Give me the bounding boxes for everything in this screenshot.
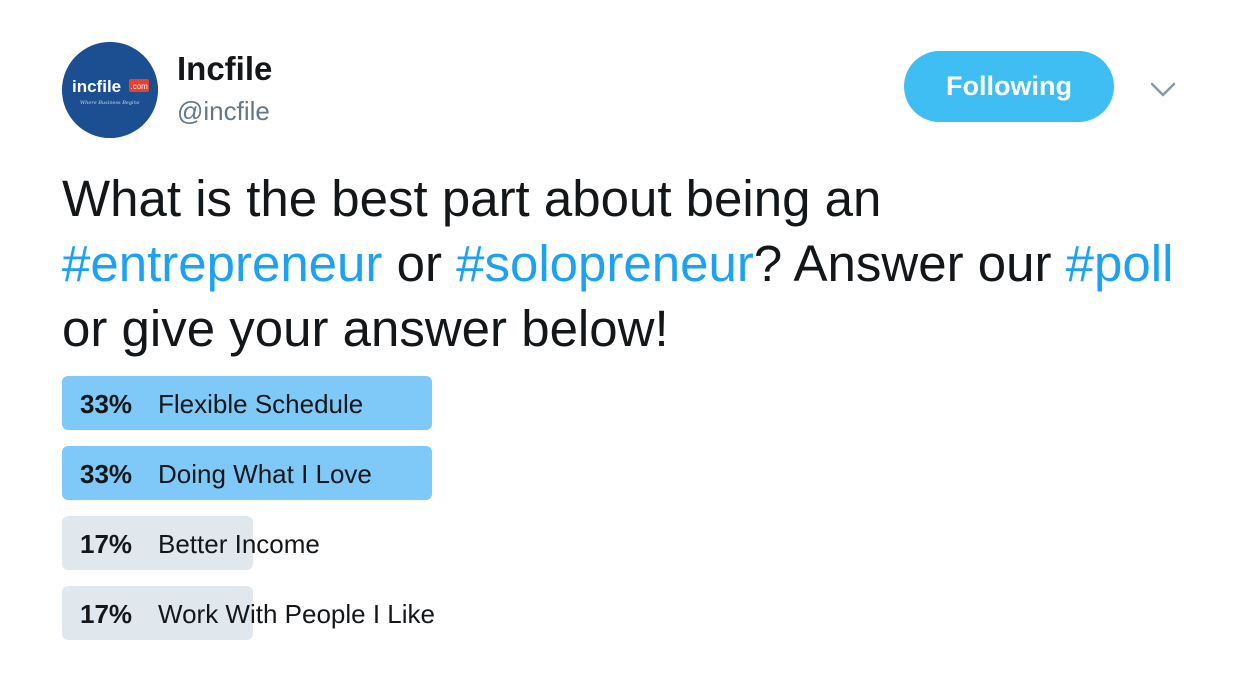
poll-option-label: Flexible Schedule [158,389,364,419]
hashtag-link-poll[interactable]: #poll [1066,235,1174,292]
poll-option-label: Work With People I Like [158,599,435,629]
tweet-text: What is the best part about being an #en… [62,166,1192,361]
tweet-text-segment: or [382,235,457,292]
following-button[interactable]: Following [904,51,1114,122]
logo-tagline: Where Business Begins [80,100,140,106]
poll-percent: 33% [80,389,133,419]
hashtag-link-entrepreneur[interactable]: #entrepreneur [62,235,382,292]
user-handle[interactable]: @incfile [177,96,270,127]
poll-percent: 17% [80,599,133,629]
display-name[interactable]: Incfile [177,50,272,88]
poll-option[interactable]: 17% Work With People I Like [62,586,862,640]
poll-option[interactable]: 33% Doing What I Love [62,446,862,500]
logo-badge: .com [131,82,149,91]
tweet-text-segment: ? Answer our [753,235,1066,292]
poll-option-label: Doing What I Love [158,459,372,489]
incfile-logo: incfile .com Where Business Begins [62,42,158,138]
poll-option-label: Better Income [158,529,320,559]
tweet-text-segment: What is the best part about being an [62,170,882,227]
avatar[interactable]: incfile .com Where Business Begins [62,42,158,138]
poll-percent: 33% [80,459,133,489]
chevron-down-icon[interactable] [1148,78,1178,100]
poll: 33% Flexible Schedule 33% Doing What I L… [62,376,862,656]
tweet-text-segment: or give your answer below! [62,300,669,357]
poll-option[interactable]: 17% Better Income [62,516,862,570]
logo-text: incfile [72,77,121,96]
tweet-card: incfile .com Where Business Begins Incfi… [0,0,1242,674]
poll-option[interactable]: 33% Flexible Schedule [62,376,862,430]
hashtag-link-solopreneur[interactable]: #solopreneur [456,235,754,292]
poll-percent: 17% [80,529,133,559]
